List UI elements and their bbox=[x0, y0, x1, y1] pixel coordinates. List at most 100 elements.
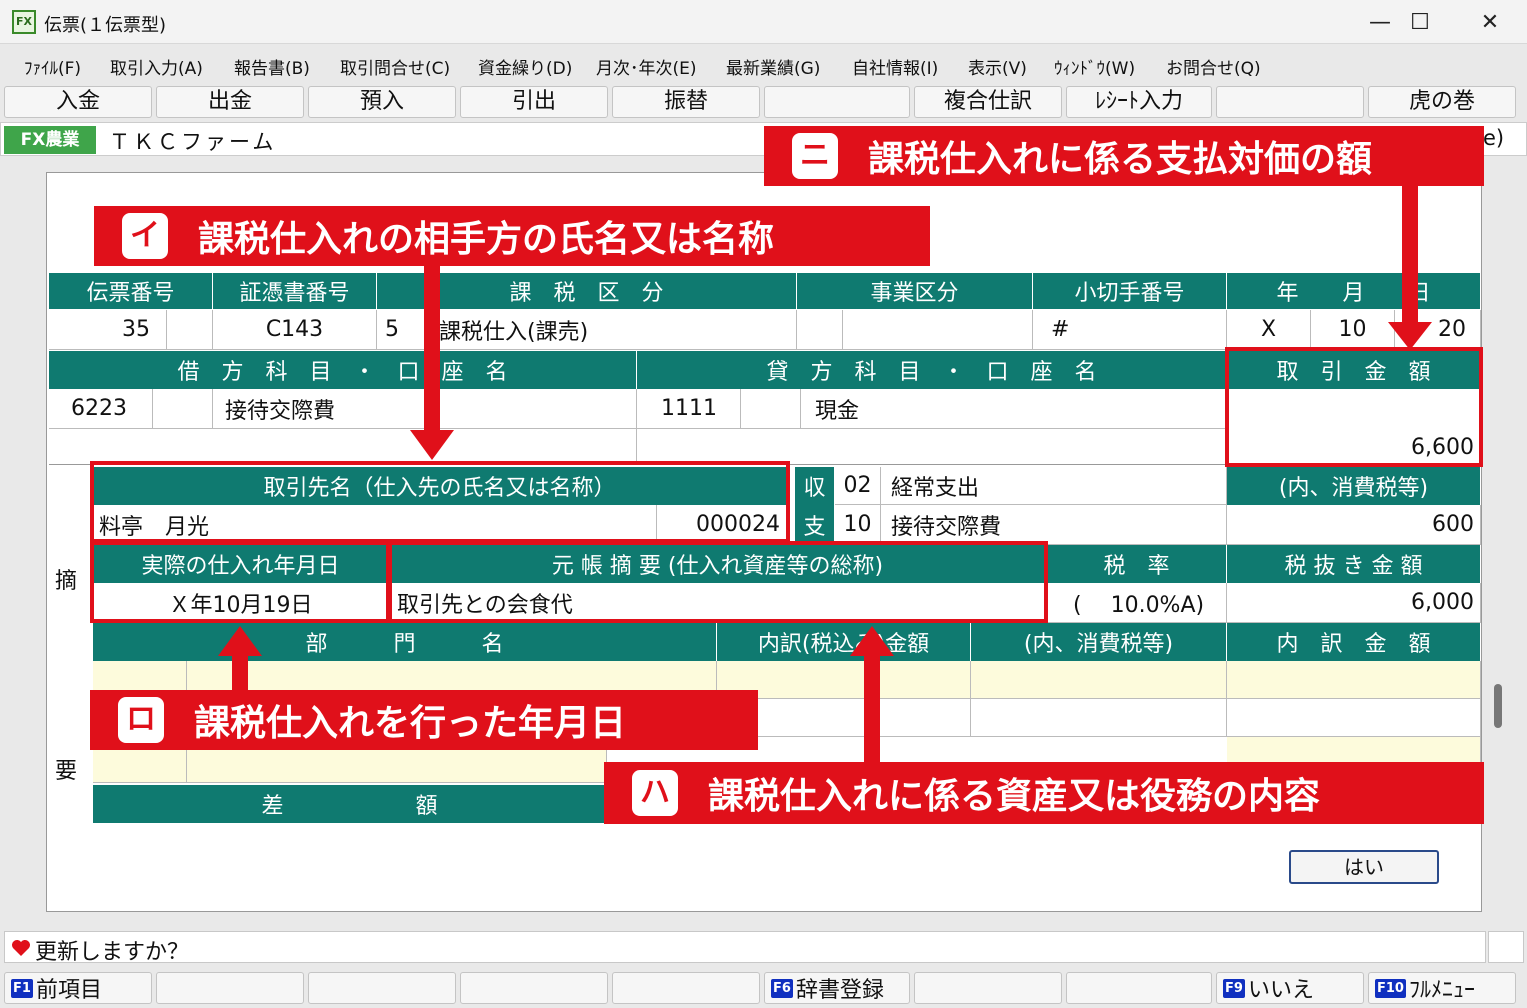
blank-fkey[interactable] bbox=[308, 972, 456, 1004]
f6-key-cap: F6 bbox=[771, 978, 793, 998]
f9-label: いいえ bbox=[1247, 978, 1314, 1003]
arrow-shaft bbox=[1402, 186, 1418, 326]
menu-window[interactable]: ｳｨﾝﾄﾞｳ(W) bbox=[1054, 54, 1135, 79]
header-business-category: 事業区分 bbox=[797, 273, 1033, 309]
voucher-sub-field[interactable] bbox=[167, 310, 213, 350]
f9-key-cap: F9 bbox=[1223, 978, 1245, 998]
highlight-partner bbox=[90, 461, 790, 543]
yes-button[interactable]: はい bbox=[1289, 850, 1439, 884]
menu-reports[interactable]: 報告書(B) bbox=[234, 54, 310, 79]
f10-full-menu-button[interactable]: F10 ﾌﾙﾒﾆｭｰ bbox=[1368, 972, 1516, 1004]
credit-sub-field[interactable] bbox=[741, 389, 801, 429]
header-breakdown-amount: 内 訳 金 額 bbox=[1227, 623, 1481, 661]
menu-company-info[interactable]: 自社情報(I) bbox=[852, 54, 938, 79]
tax-category-label: 課税仕入(課売) bbox=[435, 310, 797, 350]
f1-label: 前項目 bbox=[35, 978, 102, 1003]
annotation-text-ro: 課税仕入れを行った年月日 bbox=[194, 703, 627, 744]
compound-entry-button[interactable]: 複合仕訳 bbox=[914, 86, 1062, 118]
close-button[interactable]: ✕ bbox=[1460, 6, 1520, 40]
flow-name: 接待交際費 bbox=[881, 505, 1227, 545]
arrow-down-icon bbox=[1388, 322, 1432, 350]
menu-transaction-inquiry[interactable]: 取引問合せ(C) bbox=[340, 54, 450, 79]
f6-dictionary-button[interactable]: F6 辞書登録 bbox=[764, 972, 910, 1004]
voucher-no-field[interactable]: 35 bbox=[49, 310, 167, 350]
breakdown-amount-field[interactable] bbox=[1227, 661, 1481, 699]
deposit-button[interactable]: 預入 bbox=[308, 86, 456, 118]
header-debit: 借 方 科 目 ・ 口 座 名 bbox=[49, 351, 637, 389]
flow-label-receipt: 収 bbox=[795, 467, 835, 505]
window-title: 伝票(１伝票型) bbox=[44, 15, 167, 36]
department-name-field[interactable] bbox=[187, 749, 607, 783]
annotation-banner-ni: ニ 課税仕入れに係る支払対価の額 bbox=[764, 126, 1484, 186]
f1-prev-item-button[interactable]: F1 前項目 bbox=[4, 972, 152, 1004]
guide-button[interactable]: 虎の巻 bbox=[1368, 86, 1516, 118]
payment-button[interactable]: 出金 bbox=[156, 86, 304, 118]
blank-fkey[interactable] bbox=[460, 972, 608, 1004]
menu-cash-management[interactable]: 資金繰り(D) bbox=[478, 54, 572, 79]
credit-code-field[interactable]: 1111 bbox=[637, 389, 741, 429]
menu-file[interactable]: ﾌｧｲﾙ(F) bbox=[24, 54, 81, 79]
annotation-icon-ni: ニ bbox=[792, 133, 838, 179]
menu-view[interactable]: 表示(V) bbox=[968, 54, 1027, 79]
business-code-field[interactable] bbox=[797, 310, 843, 350]
scrollbar-thumb[interactable] bbox=[1494, 684, 1502, 728]
highlight-ledger-summary bbox=[388, 541, 1048, 623]
blank-fkey[interactable] bbox=[156, 972, 304, 1004]
arrow-shaft bbox=[864, 654, 880, 762]
company-tail: e) bbox=[1483, 126, 1505, 150]
annotation-icon-ha: ハ bbox=[632, 770, 678, 816]
summary-side-label-top: 摘 bbox=[55, 569, 78, 594]
blank-button[interactable] bbox=[1216, 86, 1364, 118]
menu-transaction-input[interactable]: 取引入力(A) bbox=[110, 54, 203, 79]
f1-key-cap: F1 bbox=[11, 978, 33, 998]
flow-code-field[interactable]: 10 bbox=[835, 505, 881, 545]
receipt-button[interactable]: 入金 bbox=[4, 86, 152, 118]
year-field[interactable]: X bbox=[1227, 310, 1311, 350]
menu-inquiry[interactable]: お問合せ(Q) bbox=[1166, 54, 1261, 79]
breakdown-amount-field[interactable] bbox=[1227, 699, 1481, 737]
blank-fkey[interactable] bbox=[1066, 972, 1212, 1004]
annotation-text-ni: 課税仕入れに係る支払対価の額 bbox=[868, 139, 1373, 180]
blank-button[interactable] bbox=[764, 86, 910, 118]
maximize-button[interactable]: ☐ bbox=[1390, 6, 1450, 40]
annotation-icon-i: イ bbox=[122, 213, 168, 259]
receipt-input-button[interactable]: ﾚｼｰﾄ入力 bbox=[1066, 86, 1212, 118]
flow-code-field[interactable]: 02 bbox=[835, 467, 881, 505]
menu-latest-performance[interactable]: 最新業績(G) bbox=[726, 54, 820, 79]
header-breakdown-incl: 内訳(税込み)金額 bbox=[717, 623, 971, 661]
document-no-field[interactable]: C143 bbox=[213, 310, 377, 350]
month-field[interactable]: 10 bbox=[1311, 310, 1395, 350]
arrow-shaft bbox=[232, 654, 248, 690]
transfer-button[interactable]: 振替 bbox=[612, 86, 760, 118]
title-bar: FX 伝票(１伝票型) — ☐ ✕ bbox=[0, 0, 1527, 44]
header-check-no: 小切手番号 bbox=[1033, 273, 1227, 309]
header-voucher-no: 伝票番号 bbox=[49, 273, 213, 309]
debit-code-field[interactable]: 6223 bbox=[49, 389, 153, 429]
function-button-bar: 入金 出金 預入 引出 振替 複合仕訳 ﾚｼｰﾄ入力 虎の巻 bbox=[0, 86, 1527, 118]
excl-amount-field[interactable]: 6,000 bbox=[1227, 583, 1481, 623]
flow-name: 経常支出 bbox=[881, 467, 1227, 505]
credit-extra-row bbox=[637, 429, 1227, 465]
f9-no-button[interactable]: F9 いいえ bbox=[1216, 972, 1364, 1004]
tax-amount-field[interactable]: 600 bbox=[1227, 505, 1481, 545]
check-no-field[interactable]: # bbox=[1033, 310, 1227, 350]
debit-extra-row bbox=[49, 429, 637, 465]
highlight-actual-date bbox=[90, 541, 390, 623]
breakdown-tax-field[interactable] bbox=[971, 699, 1227, 737]
withdraw-button[interactable]: 引出 bbox=[460, 86, 608, 118]
header-tax-rate: 税 率 bbox=[1047, 545, 1227, 583]
blank-fkey[interactable] bbox=[612, 972, 760, 1004]
breakdown-tax-field[interactable] bbox=[971, 661, 1227, 699]
arrow-up-icon bbox=[850, 626, 894, 656]
menu-bar: ﾌｧｲﾙ(F) 取引入力(A) 報告書(B) 取引問合せ(C) 資金繰り(D) … bbox=[0, 46, 1527, 84]
header-tax-category: 課 税 区 分 bbox=[377, 273, 797, 309]
arrow-shaft bbox=[424, 266, 440, 434]
heart-icon bbox=[12, 940, 30, 956]
tax-rate-field[interactable]: ( 10.0%A) bbox=[1047, 583, 1227, 623]
annotation-text-ha: 課税仕入れに係る資産又は役務の内容 bbox=[708, 776, 1321, 817]
debit-sub-field[interactable] bbox=[153, 389, 213, 429]
fx-app-icon: FX bbox=[12, 10, 36, 34]
department-code-field[interactable] bbox=[93, 749, 187, 783]
menu-monthly-yearly[interactable]: 月次･年次(E) bbox=[596, 54, 697, 79]
blank-fkey[interactable] bbox=[914, 972, 1062, 1004]
